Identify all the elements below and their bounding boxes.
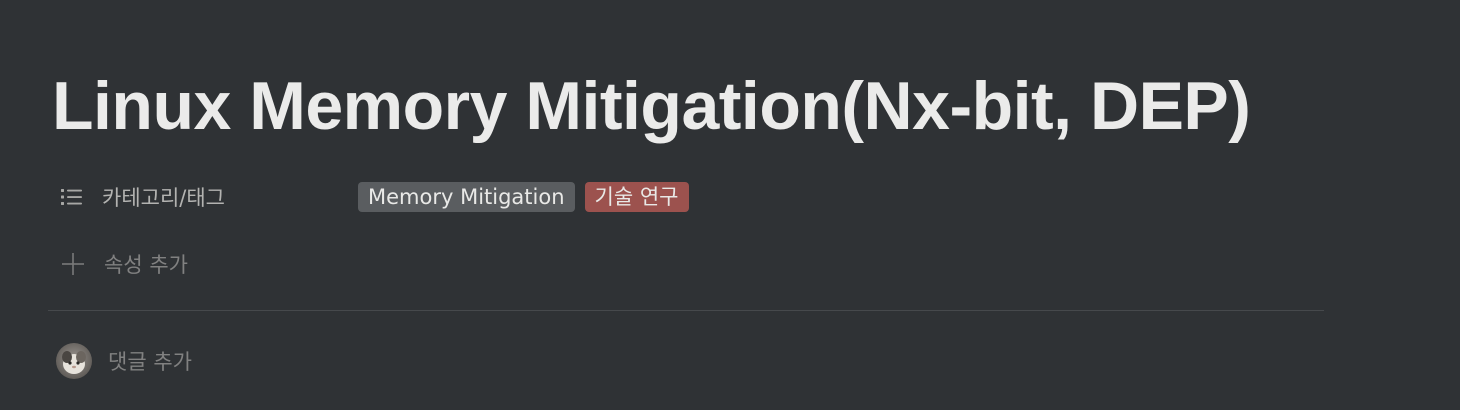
add-comment-row[interactable]: 댓글 추가 <box>56 342 192 380</box>
user-avatar <box>56 343 92 379</box>
tag-tech-research[interactable]: 기술 연구 <box>584 182 689 212</box>
divider <box>48 310 1324 311</box>
property-name-category[interactable]: 카테고리/태그 <box>48 180 358 214</box>
property-label-category: 카테고리/태그 <box>102 186 225 210</box>
notion-page: Linux Memory Mitigation(Nx-bit, DEP) 카테고… <box>0 0 1460 410</box>
page-title[interactable]: Linux Memory Mitigation(Nx-bit, DEP) <box>52 64 1251 148</box>
add-property-button[interactable]: 속성 추가 <box>48 246 188 282</box>
plus-icon <box>60 251 86 277</box>
property-value-tags[interactable]: Memory Mitigation 기술 연구 <box>358 182 689 212</box>
list-icon <box>60 186 86 208</box>
tag-memory-mitigation[interactable]: Memory Mitigation <box>358 182 575 212</box>
add-comment-label: 댓글 추가 <box>108 350 192 374</box>
property-row-category: 카테고리/태그 Memory Mitigation 기술 연구 <box>48 178 1324 216</box>
add-property-label: 속성 추가 <box>104 253 188 277</box>
